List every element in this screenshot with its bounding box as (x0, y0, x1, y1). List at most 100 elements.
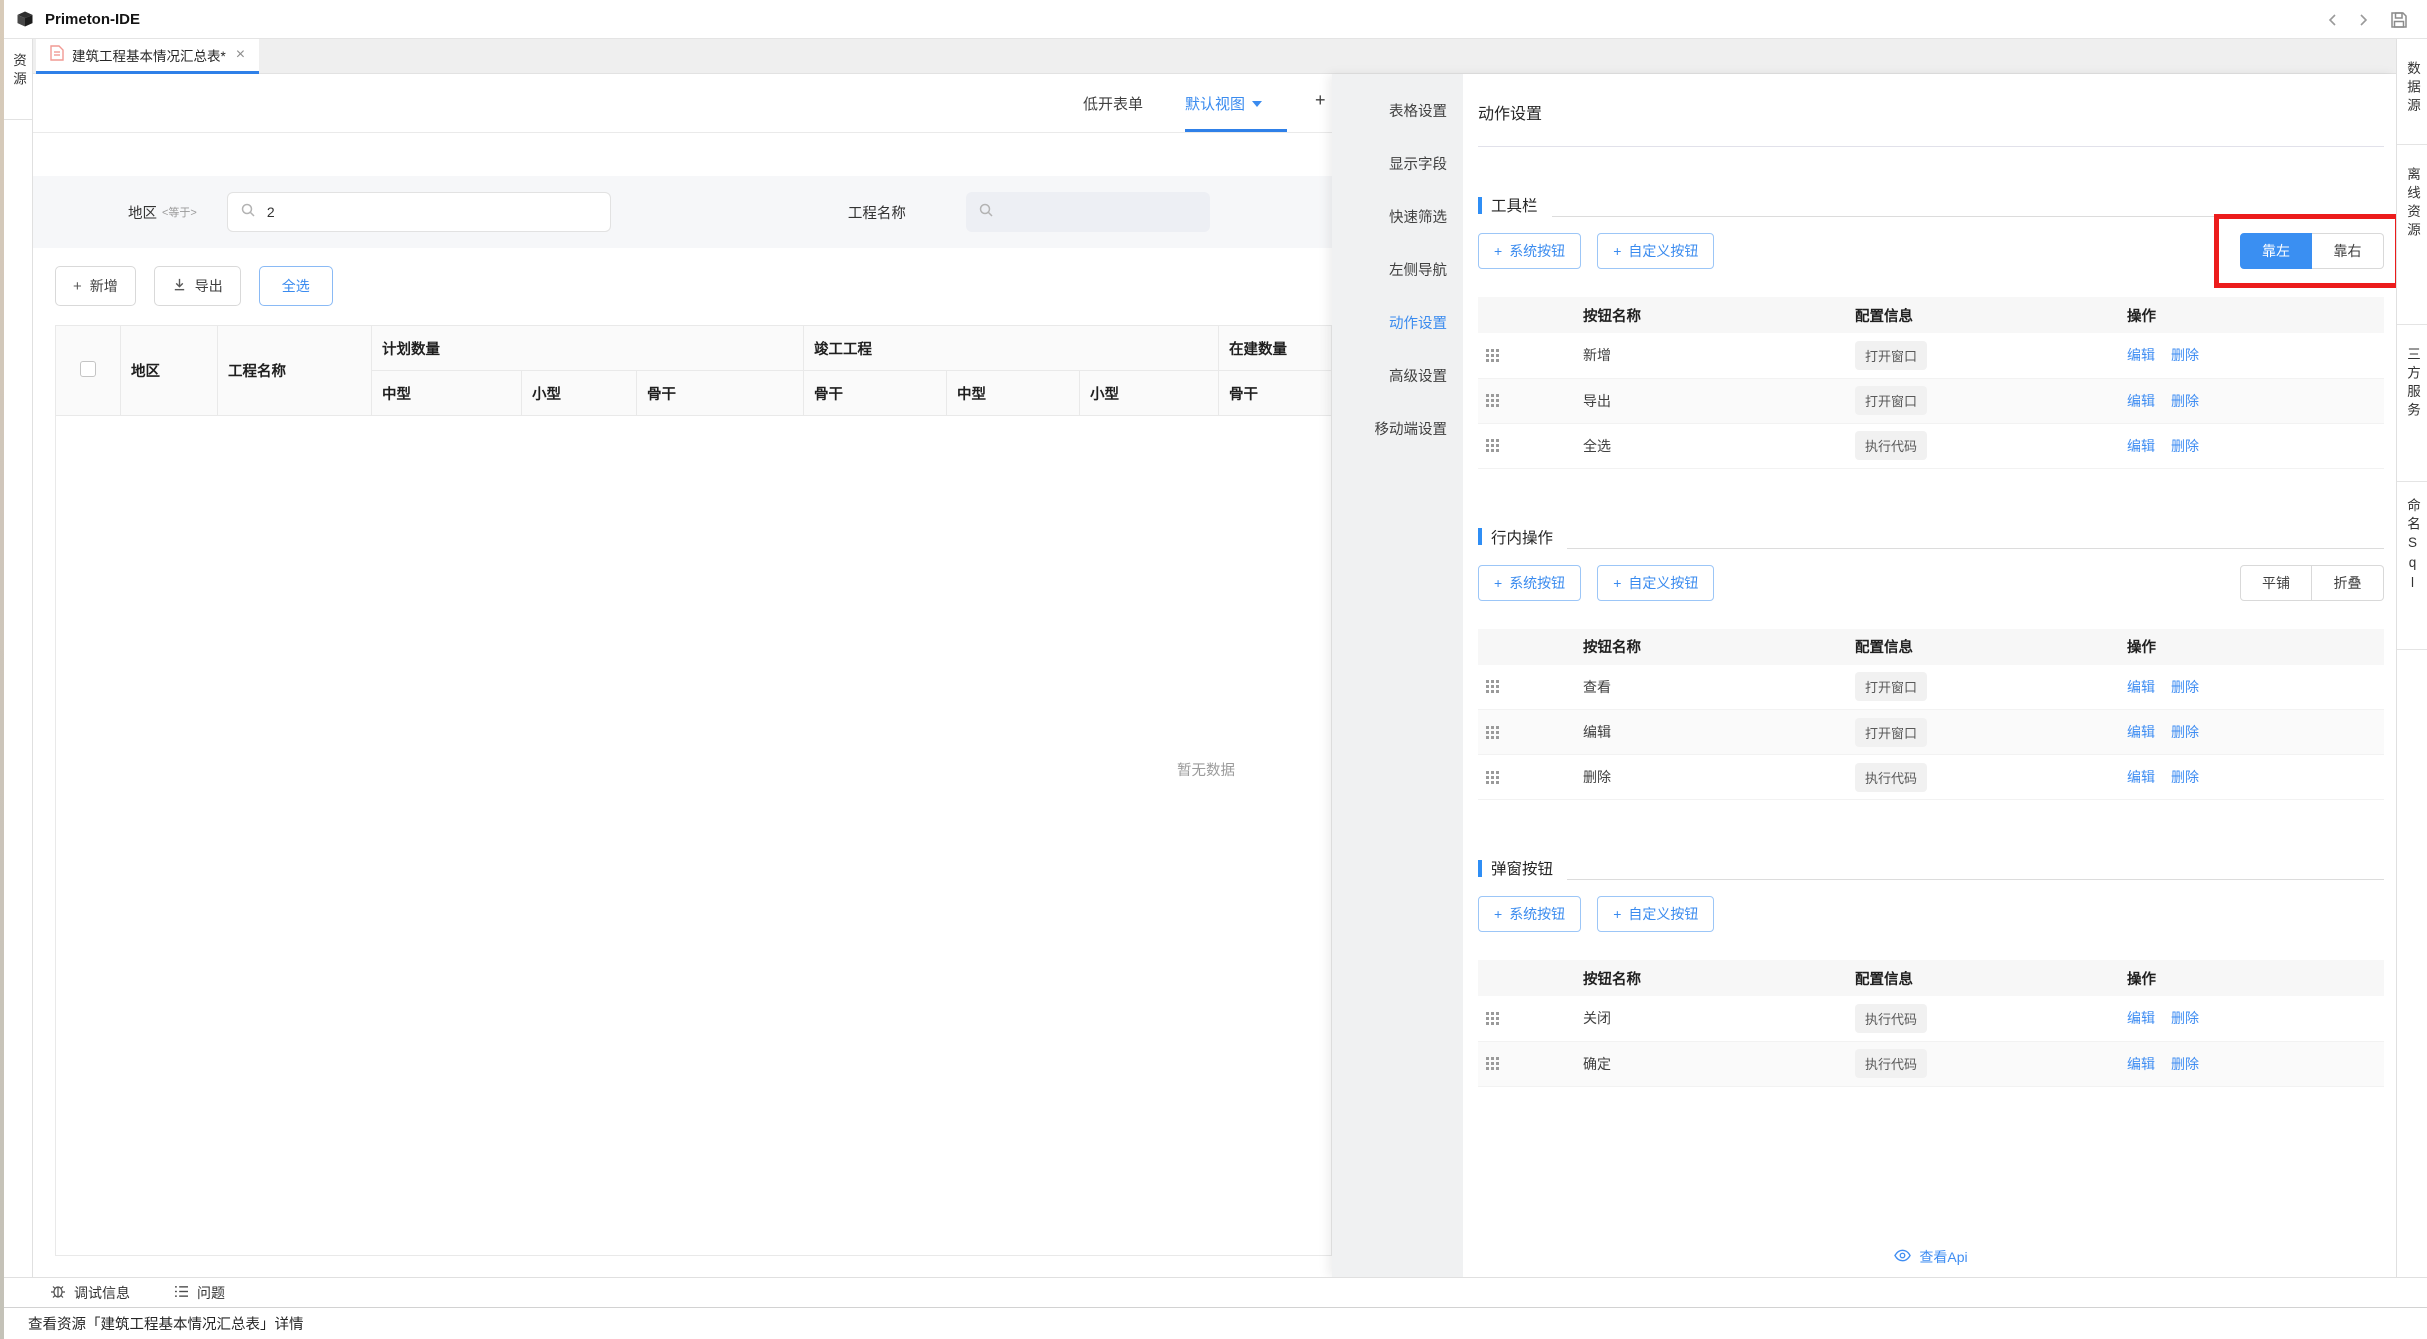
select-all-button[interactable]: 全选 (259, 266, 333, 306)
align-left-button[interactable]: 靠左 (2240, 233, 2312, 269)
rail-item-thirdparty-services[interactable]: 三方服务 (2397, 325, 2427, 482)
edit-link[interactable]: 编辑 (2127, 1010, 2155, 1026)
fold-button[interactable]: 折叠 (2312, 565, 2384, 601)
status-bar: 查看资源「建筑工程基本情况汇总表」详情 (0, 1307, 2427, 1339)
rail-item-datasource[interactable]: 数据源 (2397, 39, 2427, 145)
config-tag: 打开窗口 (1855, 341, 1927, 370)
settings-nav-table-settings[interactable]: 表格设置 (1332, 84, 1463, 137)
section-accent-bar (1478, 528, 1482, 545)
cfg-col-config: 配置信息 (1855, 297, 2127, 333)
edit-link[interactable]: 编辑 (2127, 769, 2155, 785)
search-icon (978, 202, 994, 223)
settings-nav-left-nav[interactable]: 左侧导航 (1332, 243, 1463, 296)
toolbar-buttons-table: 按钮名称 配置信息 操作 新增 打开窗口 编辑删除 导出 打开窗口 编辑删除 (1478, 297, 2384, 469)
export-button[interactable]: 导出 (154, 266, 241, 306)
active-view-underline (1185, 129, 1287, 132)
table-row: 删除 执行代码 编辑删除 (1478, 755, 2384, 800)
table-row: 编辑 打开窗口 编辑删除 (1478, 710, 2384, 755)
header-checkbox-cell (56, 326, 121, 416)
group-header-completed-works: 竣工工程 (804, 326, 1219, 371)
grid-empty-body: 暂无数据 (56, 416, 1332, 1256)
region-filter-operator: <等于> (162, 204, 197, 220)
tile-button[interactable]: 平铺 (2240, 565, 2312, 601)
problems-button[interactable]: 问题 (174, 1283, 225, 1303)
align-right-button[interactable]: 靠右 (2312, 233, 2384, 269)
plus-icon: + (1494, 906, 1502, 922)
drag-handle-icon[interactable] (1486, 349, 1499, 362)
add-view-button[interactable]: + (1315, 90, 1326, 111)
drag-handle-icon[interactable] (1486, 1057, 1499, 1070)
subcol-backbone: 骨干 (637, 371, 804, 416)
settings-nav-mobile[interactable]: 移动端设置 (1332, 402, 1463, 455)
close-icon[interactable]: × (236, 47, 245, 63)
drag-handle-icon[interactable] (1486, 439, 1499, 452)
left-rail: 资源 (4, 39, 33, 1277)
save-icon[interactable] (2388, 9, 2410, 31)
plus-icon: + (1494, 575, 1502, 591)
edit-link[interactable]: 编辑 (2127, 347, 2155, 363)
select-all-checkbox[interactable] (80, 361, 96, 377)
delete-link[interactable]: 删除 (2171, 1056, 2199, 1072)
table-row: 导出 打开窗口 编辑删除 (1478, 378, 2384, 423)
table-row: 确定 执行代码 编辑删除 (1478, 1041, 2384, 1086)
delete-link[interactable]: 删除 (2171, 438, 2199, 454)
project-filter-input[interactable] (966, 192, 1210, 232)
drag-handle-icon[interactable] (1486, 680, 1499, 693)
edit-link[interactable]: 编辑 (2127, 393, 2155, 409)
layout-toggle: 平铺 折叠 (2240, 565, 2384, 601)
drag-handle-icon[interactable] (1486, 771, 1499, 784)
add-system-button[interactable]: + 系统按钮 (1478, 565, 1581, 601)
drag-handle-icon[interactable] (1486, 1012, 1499, 1025)
settings-drawer: 表格设置 显示字段 快速筛选 左侧导航 动作设置 高级设置 移动端设置 动作设置… (1332, 74, 2396, 1277)
edit-link[interactable]: 编辑 (2127, 438, 2155, 454)
delete-link[interactable]: 删除 (2171, 1010, 2199, 1026)
desktop-edge-sliver (0, 0, 4, 1339)
tab-title: 建筑工程基本情况汇总表* (72, 45, 226, 65)
subcol-small: 小型 (522, 371, 637, 416)
delete-link[interactable]: 删除 (2171, 769, 2199, 785)
config-tag: 打开窗口 (1855, 386, 1927, 415)
plus-icon: + (1613, 243, 1621, 259)
tab-default-view[interactable]: 默认视图 (1185, 93, 1262, 114)
status-text: 查看资源「建筑工程基本情况汇总表」详情 (28, 1313, 304, 1334)
view-api-link[interactable]: 查看Api (1478, 1247, 2384, 1267)
add-custom-button[interactable]: + 自定义按钮 (1597, 565, 1714, 601)
debug-info-button[interactable]: 调试信息 (50, 1283, 130, 1303)
tab-lowcode-form[interactable]: 低开表单 (1083, 93, 1143, 114)
plus-icon: + (1613, 575, 1621, 591)
grid-toolbar: + 新增 导出 全选 (55, 266, 333, 306)
region-filter-input[interactable]: 2 (227, 192, 611, 232)
subcol-backbone: 骨干 (1219, 371, 1332, 416)
delete-link[interactable]: 删除 (2171, 393, 2199, 409)
drag-handle-icon[interactable] (1486, 726, 1499, 739)
edit-link[interactable]: 编辑 (2127, 679, 2155, 695)
tab-summary-sheet[interactable]: 建筑工程基本情况汇总表* × (36, 39, 259, 74)
plus-icon: + (1613, 906, 1621, 922)
add-record-button[interactable]: + 新增 (55, 266, 136, 306)
section-accent-bar (1478, 197, 1482, 214)
delete-link[interactable]: 删除 (2171, 347, 2199, 363)
rail-item-named-sql[interactable]: 命名Sql (2397, 482, 2427, 650)
rail-item-offline-resources[interactable]: 离线资源 (2397, 145, 2427, 325)
add-system-button[interactable]: + 系统按钮 (1478, 233, 1581, 269)
settings-nav-display-fields[interactable]: 显示字段 (1332, 137, 1463, 190)
edit-link[interactable]: 编辑 (2127, 1056, 2155, 1072)
delete-link[interactable]: 删除 (2171, 724, 2199, 740)
rail-item-resources[interactable]: 资源 (4, 39, 32, 120)
history-forward-icon[interactable] (2352, 9, 2374, 31)
settings-nav-advanced[interactable]: 高级设置 (1332, 349, 1463, 402)
cfg-col-name: 按钮名称 (1583, 629, 1855, 665)
cfg-col-ops: 操作 (2127, 629, 2384, 665)
drag-handle-icon[interactable] (1486, 394, 1499, 407)
delete-link[interactable]: 删除 (2171, 679, 2199, 695)
add-system-button[interactable]: + 系统按钮 (1478, 896, 1581, 932)
settings-nav-quick-filter[interactable]: 快速筛选 (1332, 190, 1463, 243)
table-row: 查看 打开窗口 编辑删除 (1478, 665, 2384, 710)
settings-nav-action-settings[interactable]: 动作设置 (1332, 296, 1463, 349)
add-custom-button[interactable]: + 自定义按钮 (1597, 233, 1714, 269)
history-back-icon[interactable] (2322, 9, 2344, 31)
col-header-project-name: 工程名称 (218, 326, 372, 416)
edit-link[interactable]: 编辑 (2127, 724, 2155, 740)
add-custom-button[interactable]: + 自定义按钮 (1597, 896, 1714, 932)
plus-icon: + (73, 278, 82, 295)
